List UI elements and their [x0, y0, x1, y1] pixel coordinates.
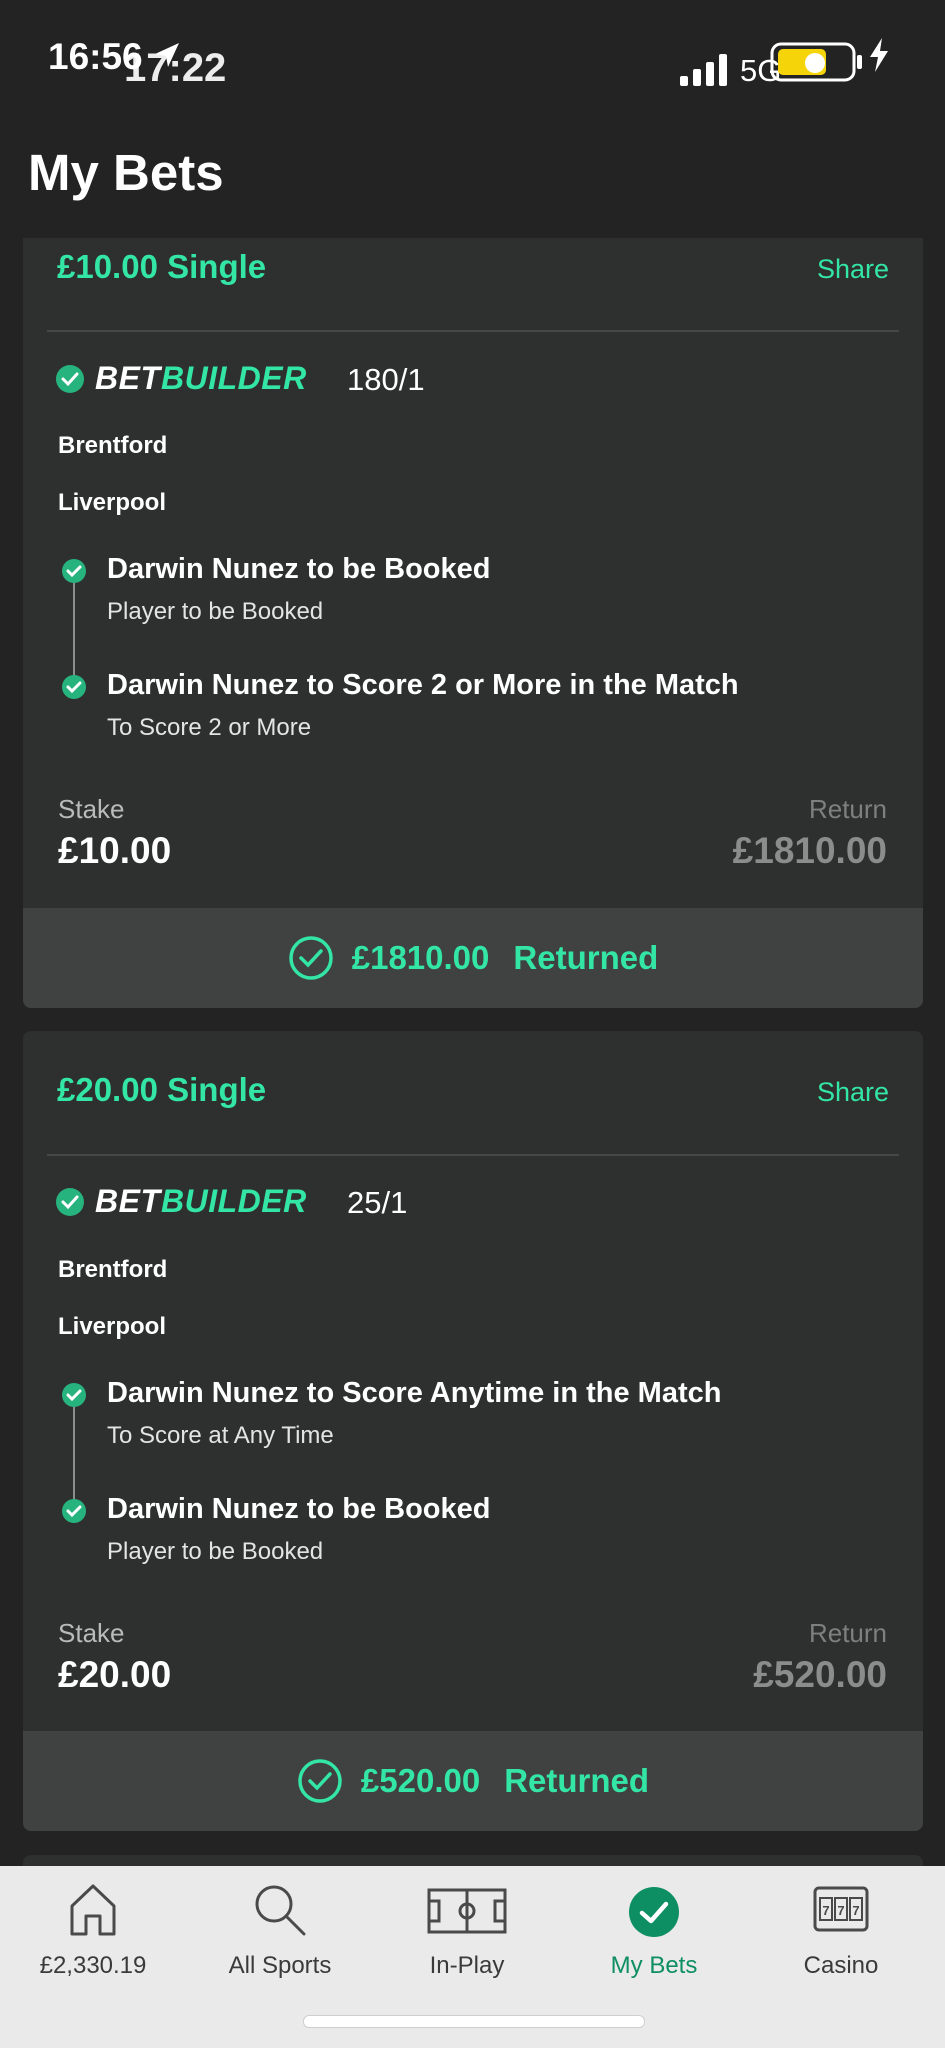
status-bar: 16:56 17:22 5G [0, 0, 945, 120]
nav-item-balance[interactable]: £2,330.19 [3, 1866, 183, 2006]
bet-card: £20.00 Single Share BET BUILDER 25/1 Bre… [23, 1031, 923, 1831]
returned-text: Returned [513, 939, 659, 976]
nav-item-my-bets[interactable]: My Bets [564, 1866, 744, 2006]
check-circle-outline-icon [289, 936, 333, 980]
stake-value: £20.00 [58, 1654, 172, 1695]
leg-title: Darwin Nunez to Score Anytime in the Mat… [107, 1377, 722, 1409]
return-label: Return [808, 1618, 887, 1648]
stake-label: Stake [58, 794, 125, 824]
nav-item-all-sports[interactable]: All Sports [190, 1866, 370, 2006]
charging-bolt-icon [870, 38, 888, 72]
return-value: £520.00 [753, 1654, 887, 1695]
leg-title: Darwin Nunez to be Booked [107, 553, 491, 585]
home-icon [70, 1884, 116, 1936]
share-button[interactable]: Share [817, 254, 889, 285]
leg-subtitle: Player to be Booked [107, 1538, 324, 1565]
check-circle-icon [62, 1383, 86, 1407]
nav-label: All Sports [228, 1952, 332, 1979]
slot-machine-icon: 7 7 7 [813, 1886, 869, 1932]
bet-card: £10.00 Single Share BET BUILDER 180/1 Br… [23, 238, 923, 1008]
leg-title: Darwin Nunez to be Booked [107, 1493, 491, 1525]
svg-text:7: 7 [837, 1903, 844, 1918]
bet-builder-logo-builder: BUILDER [161, 360, 307, 396]
team-name: Liverpool [58, 1313, 167, 1340]
location-arrow-icon [155, 43, 179, 67]
team-name: Brentford [58, 1256, 168, 1283]
returned-amount: £1810.00 [351, 939, 490, 976]
svg-text:7: 7 [852, 1903, 859, 1918]
return-value: £1810.00 [732, 830, 887, 871]
search-icon [255, 1885, 306, 1936]
check-circle-icon [62, 559, 86, 583]
bet-card-header: £10.00 Single Share [47, 238, 899, 332]
bet-builder-logo-bet: BET [95, 1183, 161, 1219]
team-name: Brentford [58, 432, 168, 459]
returned-amount: £520.00 [360, 1762, 481, 1799]
pitch-icon [427, 1888, 507, 1934]
page-title: My Bets [28, 144, 224, 201]
stake-value: £10.00 [58, 830, 172, 871]
leg-subtitle: To Score at Any Time [107, 1422, 334, 1449]
nav-item-casino[interactable]: 7 7 7 Casino [751, 1866, 931, 2006]
team-name: Liverpool [58, 489, 167, 516]
check-circle-icon [56, 1188, 84, 1216]
returned-banner: £520.00 Returned [23, 1731, 923, 1831]
bet-odds: 180/1 [347, 362, 425, 397]
returned-text: Returned [504, 1762, 650, 1799]
bet-title: £10.00 Single [57, 248, 267, 285]
bet-odds: 25/1 [347, 1185, 408, 1220]
svg-text:7: 7 [822, 1903, 829, 1918]
leg-subtitle: Player to be Booked [107, 598, 324, 625]
nav-label: Casino [803, 1952, 879, 1979]
bet-builder-logo-bet: BET [95, 360, 161, 396]
bet-title: £20.00 Single [57, 1071, 267, 1108]
return-label: Return [808, 794, 887, 824]
nav-label: My Bets [610, 1952, 698, 1979]
nav-label: In-Play [429, 1952, 505, 1979]
returned-banner: £1810.00 Returned [23, 908, 923, 1008]
leg-subtitle: To Score 2 or More [107, 714, 312, 741]
check-circle-icon [629, 1887, 679, 1937]
check-circle-icon [56, 365, 84, 393]
share-button[interactable]: Share [817, 1077, 889, 1108]
check-circle-outline-icon [298, 1759, 342, 1803]
bet-builder-logo-builder: BUILDER [161, 1183, 307, 1219]
nav-item-in-play[interactable]: In-Play [377, 1866, 557, 2006]
check-circle-icon [62, 675, 86, 699]
bet-card-header: £20.00 Single Share [47, 1031, 899, 1156]
nav-label: £2,330.19 [39, 1952, 147, 1979]
battery-icon [770, 42, 862, 82]
cellular-signal-icon [680, 54, 727, 86]
home-indicator[interactable] [303, 2015, 645, 2028]
stake-label: Stake [58, 1618, 125, 1648]
leg-title: Darwin Nunez to Score 2 or More in the M… [107, 669, 739, 701]
check-circle-icon [62, 1499, 86, 1523]
